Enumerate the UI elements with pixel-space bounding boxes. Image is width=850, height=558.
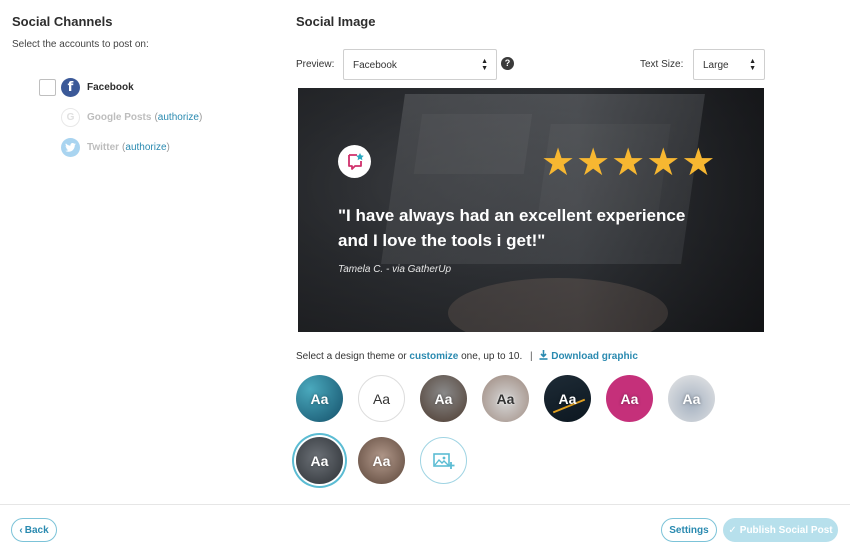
channel-twitter: Twitter (authorize) bbox=[39, 132, 272, 162]
star-icon: ★ bbox=[541, 140, 576, 184]
separator: | bbox=[530, 351, 533, 362]
upload-custom-image-button[interactable] bbox=[420, 437, 467, 484]
download-graphic-label: Download graphic bbox=[551, 351, 638, 362]
star-icon: ★ bbox=[681, 140, 716, 184]
theme-picker: Aa Aa Aa Aa Aa Aa Aa Aa Aa bbox=[296, 375, 736, 484]
channel-google-label: Google Posts bbox=[87, 111, 152, 123]
theme-option-7[interactable]: Aa bbox=[668, 375, 715, 422]
download-graphic-link[interactable]: Download graphic bbox=[539, 350, 638, 362]
social-channels-title: Social Channels bbox=[12, 14, 113, 29]
preview-select-value: Facebook bbox=[353, 60, 397, 71]
footer-divider bbox=[0, 504, 850, 505]
theme-option-4[interactable]: Aa bbox=[482, 375, 529, 422]
select-arrows-icon: ▲ ▼ bbox=[749, 58, 756, 72]
help-icon[interactable]: ? bbox=[501, 57, 514, 70]
publish-button-label: Publish Social Post bbox=[739, 524, 833, 536]
theme-option-5[interactable]: Aa bbox=[544, 375, 591, 422]
customize-link[interactable]: customize bbox=[409, 351, 458, 362]
check-icon: ✓ bbox=[728, 524, 737, 536]
brand-logo-icon bbox=[338, 145, 371, 178]
star-icon: ★ bbox=[611, 140, 646, 184]
preview-select[interactable]: Facebook ▲ ▼ bbox=[343, 49, 497, 80]
preview-controls: Preview: Facebook ▲ ▼ ? Text Size: Large … bbox=[296, 49, 766, 81]
text-size-select[interactable]: Large ▲ ▼ bbox=[693, 49, 765, 80]
social-image-panel: Social Image Preview: Facebook ▲ ▼ ? Text… bbox=[296, 14, 766, 484]
facebook-checkbox[interactable] bbox=[39, 78, 56, 96]
theme-option-3[interactable]: Aa bbox=[420, 375, 467, 422]
back-button[interactable]: ‹ Back bbox=[11, 518, 57, 542]
download-icon bbox=[539, 350, 548, 360]
social-image-preview: ★ ★ ★ ★ ★ "I have always had an excellen… bbox=[298, 88, 764, 332]
theme-prefix: Select a design theme or bbox=[296, 351, 407, 362]
channel-facebook-label: Facebook bbox=[87, 81, 134, 93]
facebook-icon: f bbox=[61, 77, 80, 97]
text-size-label: Text Size: bbox=[640, 59, 684, 70]
text-size-select-value: Large bbox=[703, 60, 729, 71]
rating-stars: ★ ★ ★ ★ ★ bbox=[541, 143, 716, 181]
social-image-title: Social Image bbox=[296, 14, 376, 29]
chevron-left-icon: ‹ bbox=[19, 524, 23, 536]
google-authorize: (authorize) bbox=[154, 111, 203, 123]
preview-label: Preview: bbox=[296, 59, 335, 70]
review-attribution: Tamela C. - via GatherUp bbox=[338, 264, 452, 275]
theme-option-6[interactable]: Aa bbox=[606, 375, 653, 422]
theme-suffix: one, up to 10. bbox=[461, 351, 523, 362]
google-authorize-link[interactable]: authorize bbox=[158, 112, 199, 123]
theme-option-1[interactable]: Aa bbox=[296, 375, 343, 422]
channel-google-posts: G Google Posts (authorize) bbox=[39, 102, 272, 132]
select-arrows-icon: ▲ ▼ bbox=[481, 58, 488, 72]
theme-instructions: Select a design theme or customize one, … bbox=[296, 350, 638, 362]
back-button-label: Back bbox=[24, 524, 49, 536]
twitter-icon bbox=[61, 137, 80, 157]
theme-option-9[interactable]: Aa bbox=[358, 437, 405, 484]
twitter-authorize: (authorize) bbox=[122, 141, 170, 153]
settings-button-label: Settings bbox=[669, 524, 709, 536]
theme-option-8-selected[interactable]: Aa bbox=[296, 437, 343, 484]
settings-button[interactable]: Settings bbox=[661, 518, 717, 542]
publish-social-post-button[interactable]: ✓ Publish Social Post bbox=[723, 518, 838, 542]
channel-list: f Facebook G Google Posts (authorize) Tw… bbox=[39, 72, 272, 162]
google-icon: G bbox=[61, 107, 80, 127]
social-channels-subtitle: Select the accounts to post on: bbox=[12, 39, 149, 50]
channel-facebook: f Facebook bbox=[39, 72, 272, 102]
star-icon: ★ bbox=[646, 140, 681, 184]
channel-twitter-label: Twitter bbox=[87, 141, 120, 153]
star-icon: ★ bbox=[576, 140, 611, 184]
review-quote: "I have always had an excellent experien… bbox=[338, 206, 686, 250]
social-channels-panel: Social Channels Select the accounts to p… bbox=[12, 14, 272, 162]
theme-option-2[interactable]: Aa bbox=[358, 375, 405, 422]
twitter-authorize-link[interactable]: authorize bbox=[125, 142, 166, 153]
add-image-icon bbox=[432, 452, 454, 469]
